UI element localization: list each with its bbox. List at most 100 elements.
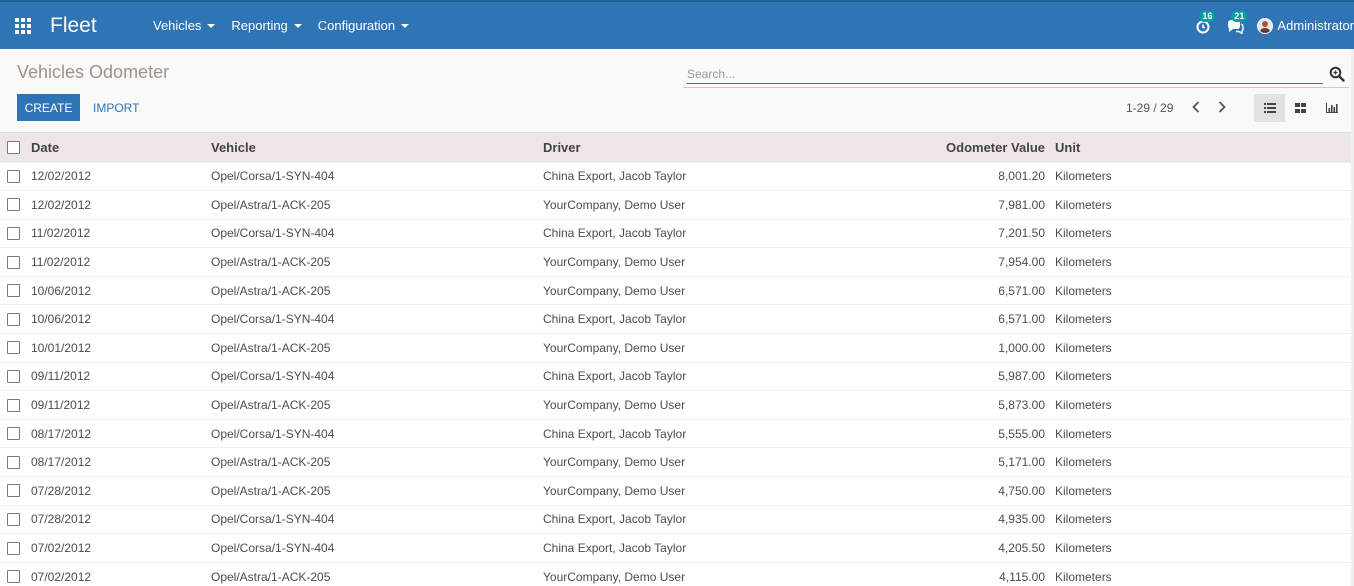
column-header-vehicle[interactable]: Vehicle (211, 133, 543, 162)
select-all-checkbox[interactable] (7, 140, 20, 154)
table-row[interactable]: 10/06/2012 Opel/Astra/1-ACK-205 YourCompan… (0, 275, 1351, 305)
row-checkbox[interactable] (7, 484, 20, 498)
cell-date: 09/11/2012 (31, 390, 211, 420)
cell-vehicle: Opel/Astra/1-ACK-205 (211, 333, 543, 363)
cell-date: 12/02/2012 (31, 161, 211, 191)
row-select-cell (0, 504, 31, 534)
cell-odometer: 7,201.50 (913, 218, 1055, 248)
row-checkbox[interactable] (7, 169, 20, 183)
row-select-cell (0, 476, 31, 506)
messages-count-badge: 21 (1231, 11, 1248, 22)
row-checkbox[interactable] (7, 570, 20, 584)
menu-configuration[interactable]: Configuration (318, 18, 410, 33)
cell-unit: Kilometers (1055, 533, 1351, 563)
table-row[interactable]: 11/02/2012 Opel/Astra/1-ACK-205 YourCompan… (0, 247, 1351, 277)
app-brand[interactable]: Fleet (50, 14, 153, 38)
caret-down-icon (401, 23, 410, 28)
search-input[interactable] (687, 64, 1323, 84)
cell-driver: YourCompany, Demo User (543, 247, 913, 277)
row-checkbox[interactable] (7, 541, 20, 555)
pager-next-button[interactable] (1212, 96, 1232, 118)
row-checkbox[interactable] (7, 512, 20, 526)
row-select-cell (0, 333, 31, 363)
row-checkbox[interactable] (7, 341, 20, 355)
row-select-cell (0, 304, 31, 334)
list-view-icon (1263, 103, 1276, 113)
cell-vehicle: Opel/Astra/1-ACK-205 (211, 561, 543, 586)
pager-value[interactable]: 1-29 / 29 (1126, 101, 1173, 115)
table-row[interactable]: 11/02/2012 Opel/Corsa/1-SYN-404 China Expo… (0, 218, 1351, 248)
kanban-view-icon (1295, 103, 1306, 113)
cell-unit: Kilometers (1055, 361, 1351, 391)
cell-vehicle: Opel/Corsa/1-SYN-404 (211, 533, 543, 563)
row-select-cell (0, 561, 31, 586)
pager-previous-button[interactable] (1186, 96, 1206, 118)
cell-vehicle: Opel/Astra/1-ACK-205 (211, 275, 543, 305)
cell-vehicle: Opel/Corsa/1-SYN-404 (211, 504, 543, 534)
table-row[interactable]: 09/11/2012 Opel/Corsa/1-SYN-404 China Expo… (0, 361, 1351, 391)
table-row[interactable]: 09/11/2012 Opel/Astra/1-ACK-205 YourCompan… (0, 390, 1351, 420)
table-row[interactable]: 10/01/2012 Opel/Astra/1-ACK-205 YourCompan… (0, 333, 1351, 363)
table-row[interactable]: 07/02/2012 Opel/Astra/1-ACK-205 YourCompan… (0, 561, 1351, 586)
table-row[interactable]: 07/28/2012 Opel/Astra/1-ACK-205 YourCompan… (0, 476, 1351, 506)
user-menu[interactable]: Administrator (1257, 17, 1354, 34)
row-checkbox[interactable] (7, 226, 20, 240)
cell-odometer: 5,987.00 (913, 361, 1055, 391)
search-icon[interactable] (1329, 66, 1345, 82)
import-button[interactable]: IMPORT (85, 94, 147, 121)
row-select-cell (0, 361, 31, 391)
cell-driver: YourCompany, Demo User (543, 447, 913, 477)
cell-date: 10/06/2012 (31, 275, 211, 305)
cell-date: 10/06/2012 (31, 304, 211, 334)
column-header-unit[interactable]: Unit (1055, 133, 1351, 162)
row-checkbox[interactable] (7, 284, 20, 298)
row-select-cell (0, 533, 31, 563)
row-checkbox[interactable] (7, 255, 20, 269)
menu-vehicles-label: Vehicles (153, 18, 202, 33)
page-title: Vehicles Odometer (17, 62, 170, 82)
cell-driver: China Export, Jacob Taylor (543, 504, 913, 534)
row-checkbox[interactable] (7, 398, 20, 412)
table-row[interactable]: 08/17/2012 Opel/Astra/1-ACK-205 YourCompan… (0, 447, 1351, 477)
row-checkbox[interactable] (7, 369, 20, 383)
cell-date: 08/17/2012 (31, 418, 211, 448)
column-header-driver[interactable]: Driver (543, 133, 913, 162)
table-row[interactable]: 12/02/2012 Opel/Corsa/1-SYN-404 China Expo… (0, 161, 1351, 191)
table-row[interactable]: 07/02/2012 Opel/Corsa/1-SYN-404 China Expo… (0, 533, 1351, 563)
kanban-view-button[interactable] (1285, 94, 1316, 122)
create-button[interactable]: CREATE (17, 94, 80, 121)
cell-vehicle: Opel/Corsa/1-SYN-404 (211, 304, 543, 334)
cell-driver: China Export, Jacob Taylor (543, 418, 913, 448)
column-header-date[interactable]: Date (31, 133, 211, 162)
cell-date: 11/02/2012 (31, 218, 211, 248)
row-checkbox[interactable] (7, 455, 20, 469)
chevron-right-icon (1218, 101, 1226, 113)
activity-menu[interactable]: 16 (1187, 2, 1219, 49)
messages-menu[interactable]: 21 (1219, 2, 1251, 49)
table-row[interactable]: 08/17/2012 Opel/Corsa/1-SYN-404 China Expo… (0, 418, 1351, 448)
column-header-odometer[interactable]: Odometer Value (913, 133, 1055, 162)
cell-date: 07/02/2012 (31, 533, 211, 563)
table-row[interactable]: 12/02/2012 Opel/Astra/1-ACK-205 YourCompan… (0, 190, 1351, 220)
menu-reporting[interactable]: Reporting (231, 18, 302, 33)
row-checkbox[interactable] (7, 198, 20, 212)
cell-vehicle: Opel/Astra/1-ACK-205 (211, 447, 543, 477)
row-select-cell (0, 275, 31, 305)
cell-unit: Kilometers (1055, 161, 1351, 191)
graph-view-button[interactable] (1316, 94, 1347, 122)
table-row[interactable]: 07/28/2012 Opel/Corsa/1-SYN-404 China Expo… (0, 504, 1351, 534)
list-view-button[interactable] (1254, 94, 1285, 122)
row-checkbox[interactable] (7, 312, 20, 326)
menu-vehicles[interactable]: Vehicles (153, 18, 216, 33)
cell-unit: Kilometers (1055, 561, 1351, 586)
cell-odometer: 4,935.00 (913, 504, 1055, 534)
cell-driver: China Export, Jacob Taylor (543, 218, 913, 248)
cell-date: 07/28/2012 (31, 504, 211, 534)
cell-odometer: 8,001.20 (913, 161, 1055, 191)
apps-grid-icon (15, 17, 31, 34)
apps-menu-button[interactable] (0, 2, 46, 49)
user-name: Administrator (1277, 18, 1354, 33)
table-row[interactable]: 10/06/2012 Opel/Corsa/1-SYN-404 China Expo… (0, 304, 1351, 334)
table-header-row: Date Vehicle Driver Odometer Value Unit (0, 133, 1351, 162)
row-checkbox[interactable] (7, 427, 20, 441)
